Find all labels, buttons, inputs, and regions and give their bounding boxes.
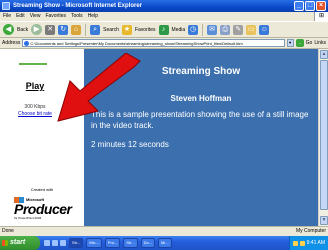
presentation-duration: 2 minutes 12 seconds — [91, 140, 169, 149]
taskbar-button[interactable]: Mic... — [86, 238, 102, 248]
security-zone: My Computer — [295, 228, 326, 234]
taskbar-button[interactable]: Mi... — [158, 238, 172, 248]
maximize-button[interactable]: □ — [305, 1, 315, 11]
clock: 9:41 AM — [306, 240, 325, 246]
refresh-icon[interactable]: ↻ — [58, 24, 69, 35]
video-progress-bar — [19, 63, 47, 65]
taskbar-button[interactable]: Pro... — [104, 238, 121, 248]
media-label[interactable]: Media — [172, 27, 186, 33]
scroll-down-icon[interactable]: ▼ — [320, 216, 328, 225]
logo-product: Producer — [14, 201, 72, 217]
edit-icon[interactable]: ✎ — [233, 24, 244, 35]
search-label[interactable]: Search — [103, 27, 119, 33]
tray-icon[interactable] — [292, 240, 298, 246]
taskbar-button[interactable]: Str... — [123, 238, 138, 248]
menu-bar: File Edit View Favorites Tools Help ⊞ — [0, 12, 328, 21]
quick-launch-ie-icon[interactable] — [44, 240, 50, 246]
bandwidth-text: 300 Kbps — [24, 104, 46, 110]
right-pane: Streaming Show Steven Hoffman This is a … — [84, 49, 318, 226]
vertical-scrollbar[interactable]: ▲ ▼ — [318, 49, 328, 226]
links-label[interactable]: Links — [314, 38, 326, 49]
window-controls: _ □ × — [294, 1, 326, 11]
menu-file[interactable]: File — [3, 12, 11, 21]
producer-logo: Microsoft Producer for PowerPoint 2003 — [14, 197, 72, 223]
menu-view[interactable]: View — [30, 12, 41, 21]
close-button[interactable]: × — [316, 1, 326, 11]
status-text: Done — [2, 228, 14, 234]
back-label: Back — [17, 26, 29, 33]
address-dropdown-icon[interactable]: ▼ — [286, 39, 294, 47]
menu-help[interactable]: Help — [88, 12, 98, 21]
quick-launch-desktop-icon[interactable] — [52, 240, 58, 246]
favorites-label[interactable]: Favorites — [135, 27, 156, 33]
minimize-button[interactable]: _ — [294, 1, 304, 11]
web-content: Play 300 Kbps Choose bit rate Created wi… — [0, 49, 318, 226]
system-tray: 9:41 AM — [288, 236, 328, 250]
play-link[interactable]: Play — [0, 81, 70, 91]
forward-button[interactable]: ▶ — [31, 24, 43, 35]
windows-logo-icon: ⊞ — [314, 12, 328, 21]
page-icon — [24, 41, 30, 46]
show-title: Streaming Show — [161, 66, 241, 77]
taskbar: start Str... Mic... Pro... Str... Do... … — [0, 236, 328, 250]
presentation-description: This is a sample presentation showing th… — [91, 110, 309, 130]
stop-icon[interactable]: ✕ — [45, 24, 56, 35]
taskbar-button[interactable]: Str... — [69, 238, 84, 248]
toolbar-separator — [85, 23, 87, 36]
presenter-name: Steven Hoffman — [170, 94, 232, 103]
choose-bit-rate-link[interactable]: Choose bit rate — [0, 111, 70, 117]
menu-tools[interactable]: Tools — [71, 12, 83, 21]
scroll-up-icon[interactable]: ▲ — [320, 50, 328, 59]
home-icon[interactable]: ⌂ — [71, 24, 82, 35]
folder-icon[interactable]: ▭ — [246, 24, 257, 35]
taskbar-button[interactable]: Do... — [140, 238, 156, 248]
producer-logo-icon — [14, 197, 24, 203]
favorites-icon[interactable]: ★ — [121, 24, 132, 35]
start-label: start — [10, 239, 26, 246]
mail-icon[interactable]: ✉ — [207, 24, 218, 35]
address-input[interactable]: C:\Documents and Settings\Presenter\My D… — [22, 39, 285, 47]
address-label: Address — [2, 39, 21, 46]
print-icon[interactable]: ⎙ — [220, 24, 231, 35]
scroll-thumb[interactable] — [320, 60, 328, 210]
ie-app-icon — [2, 2, 10, 10]
quick-launch-media-icon[interactable] — [60, 240, 66, 246]
window-title: Streaming Show - Microsoft Internet Expl… — [13, 3, 143, 9]
search-icon[interactable]: ⌕ — [90, 24, 101, 35]
toolbar: ◀ Back ▶ ✕ ↻ ⌂ ⌕ Search ★ Favorites ♪ Me… — [0, 21, 328, 38]
tray-icon[interactable] — [299, 240, 305, 246]
address-value: C:\Documents and Settings\Presenter\My D… — [30, 41, 243, 46]
messenger-icon[interactable]: ☺ — [259, 24, 270, 35]
media-icon[interactable]: ♪ — [158, 24, 169, 35]
title-bar: Streaming Show - Microsoft Internet Expl… — [0, 0, 328, 12]
menu-favorites[interactable]: Favorites — [45, 12, 66, 21]
status-bar: Done My Computer — [0, 226, 328, 236]
left-pane: Play 300 Kbps Choose bit rate Created wi… — [0, 49, 84, 226]
created-with-label: Created with — [30, 187, 54, 192]
go-label[interactable]: Go — [306, 38, 313, 49]
go-button[interactable]: → — [295, 39, 304, 47]
history-icon[interactable]: ◷ — [188, 24, 199, 35]
address-bar: Address C:\Documents and Settings\Presen… — [0, 38, 328, 49]
menu-edit[interactable]: Edit — [16, 12, 25, 21]
start-button[interactable]: start — [0, 236, 40, 250]
back-button[interactable]: ◀ — [3, 24, 14, 35]
toolbar-separator — [202, 23, 204, 36]
windows-flag-icon — [2, 240, 8, 246]
quick-launch — [44, 240, 66, 246]
